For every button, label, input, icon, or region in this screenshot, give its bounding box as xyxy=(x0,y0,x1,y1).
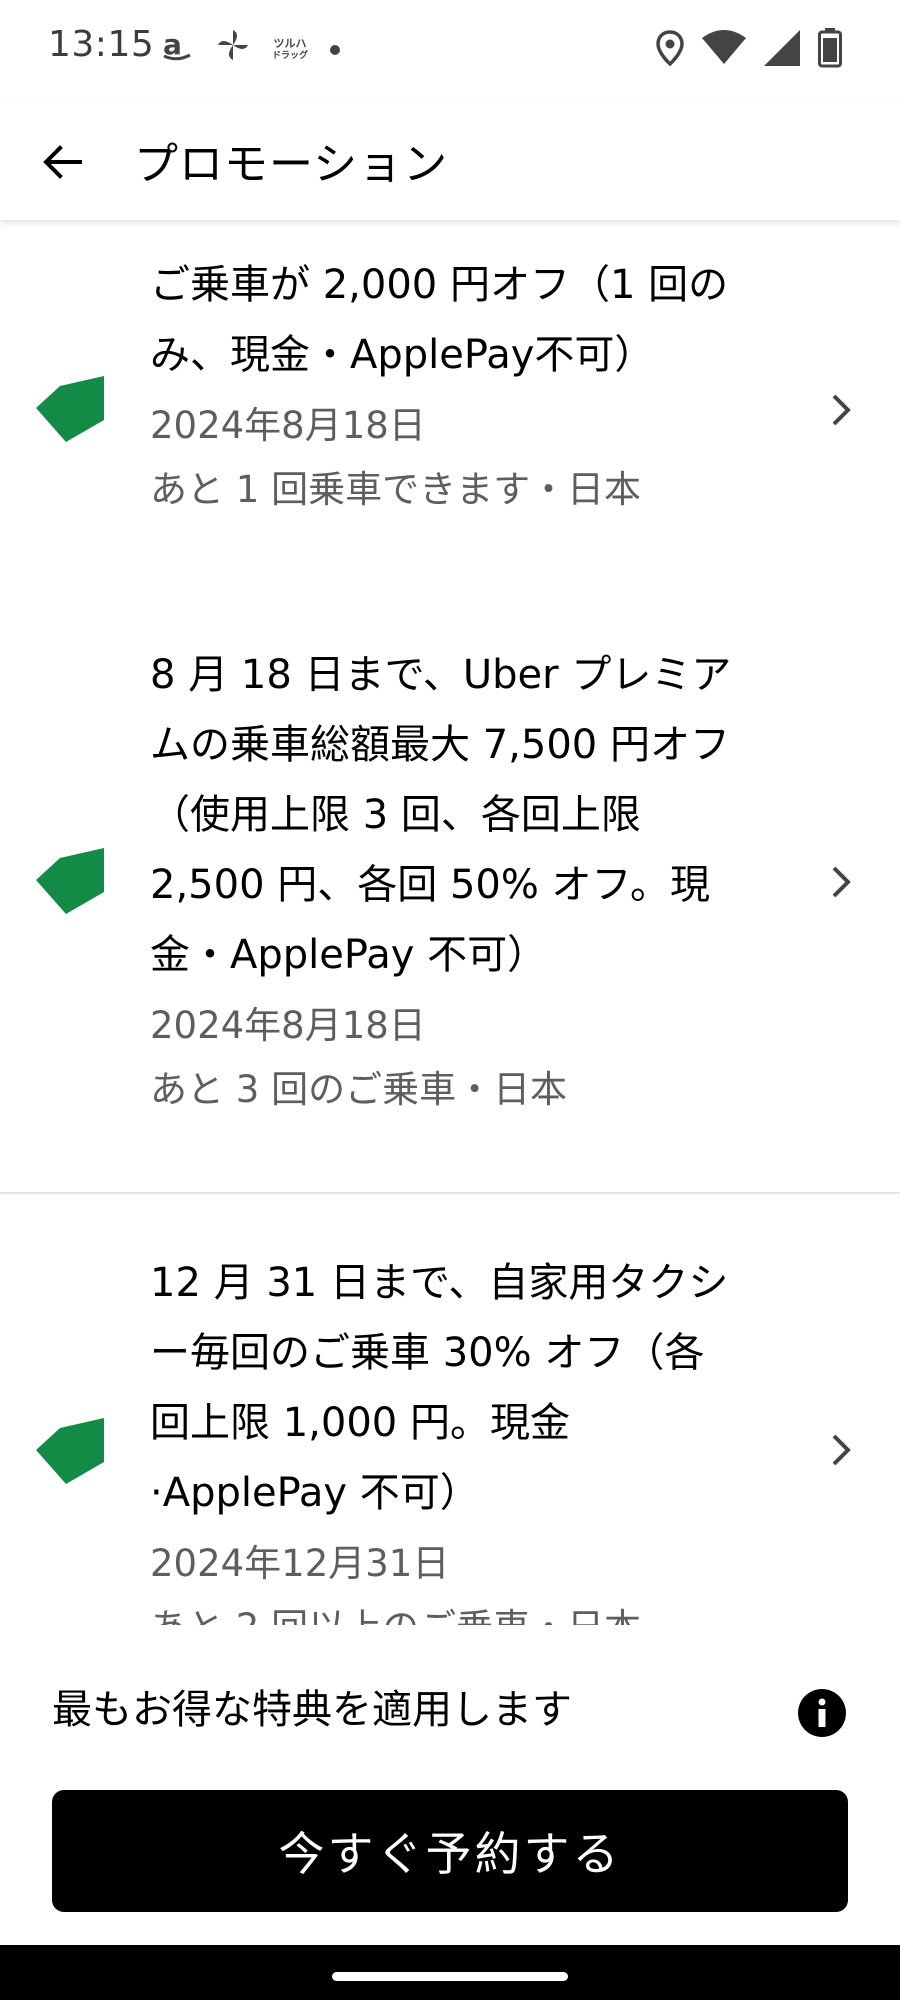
bottom-panel: 最もお得な特典を適用します 今すぐ予約する xyxy=(0,1625,900,1945)
info-icon xyxy=(818,1698,826,1727)
notification-dot-icon xyxy=(330,45,341,55)
status-app-icons: a ツルハ ドラッグ xyxy=(160,28,341,73)
navigation-bar xyxy=(0,1945,900,2000)
battery-icon xyxy=(818,28,842,72)
info-button[interactable] xyxy=(798,1689,846,1737)
reserve-now-button[interactable]: 今すぐ予約する xyxy=(52,1790,848,1912)
chevron-right-icon xyxy=(832,866,851,898)
promo-tag-icon xyxy=(36,848,104,914)
promotion-expiry-date: 2024年8月18日 xyxy=(150,404,426,447)
chevron-right-icon xyxy=(832,394,851,426)
promotion-title: 12 月 31 日まで、自家用タクシ ー毎回のご乗車 30% オフ（各 回上限 … xyxy=(150,1260,729,1516)
promotion-usage-info: あと 3 回のご乗車・日本 xyxy=(150,1068,568,1111)
home-indicator[interactable] xyxy=(332,1972,568,1981)
promotion-item[interactable]: 12 月 31 日まで、自家用タクシ ー毎回のご乗車 30% オフ（各 回上限 … xyxy=(0,1248,900,1625)
promotion-title: ご乗車が 2,000 円オフ（1 回の み、現金・ApplePay不可） xyxy=(150,262,729,378)
tsuruha-drug-icon: ツルハ ドラッグ xyxy=(272,37,309,62)
wifi-icon xyxy=(702,30,746,70)
chevron-right-icon xyxy=(832,1434,851,1466)
location-icon xyxy=(656,30,684,70)
promotion-usage-info: あと 1 回乗車できます・日本 xyxy=(150,468,642,511)
status-system-icons xyxy=(656,28,842,72)
pinwheel-icon xyxy=(216,28,250,73)
list-divider xyxy=(0,1192,900,1194)
status-time: 13:15 xyxy=(48,24,155,65)
app-bar: プロモーション xyxy=(0,100,900,220)
back-button[interactable] xyxy=(30,130,94,194)
promotion-text: ご乗車が 2,000 円オフ（1 回の み、現金・ApplePay不可） 202… xyxy=(150,250,790,522)
arrow-left-icon xyxy=(43,145,82,179)
best-deal-text: 最もお得な特典を適用します xyxy=(52,1687,572,1733)
promotion-text: 8 月 18 日まで、Uber プレミア ムの乗車総額最大 7,500 円オフ … xyxy=(150,640,790,1122)
promotion-usage-info: あと 2 回以上のご乗車・日本 xyxy=(150,1596,790,1625)
promo-tag-icon xyxy=(36,1418,104,1484)
promotion-title: 8 月 18 日まで、Uber プレミア ムの乗車総額最大 7,500 円オフ … xyxy=(150,652,732,978)
promotion-list[interactable]: ご乗車が 2,000 円オフ（1 回の み、現金・ApplePay不可） 202… xyxy=(0,220,900,1625)
amazon-icon: a xyxy=(160,28,194,73)
signal-icon xyxy=(764,30,800,70)
promotion-expiry-date: 2024年8月18日 xyxy=(150,1004,426,1047)
page-title: プロモーション xyxy=(134,139,449,190)
promo-tag-icon xyxy=(36,376,104,442)
promotion-item[interactable]: ご乗車が 2,000 円オフ（1 回の み、現金・ApplePay不可） 202… xyxy=(0,250,900,511)
promotion-expiry-date: 2024年12月31日 xyxy=(150,1542,450,1585)
promotion-text: 12 月 31 日まで、自家用タクシ ー毎回のご乗車 30% オフ（各 回上限 … xyxy=(150,1248,790,1625)
promotion-item[interactable]: 8 月 18 日まで、Uber プレミア ムの乗車総額最大 7,500 円オフ … xyxy=(0,640,900,1120)
status-bar: 13:15 a ツルハ ドラッグ xyxy=(0,0,900,100)
